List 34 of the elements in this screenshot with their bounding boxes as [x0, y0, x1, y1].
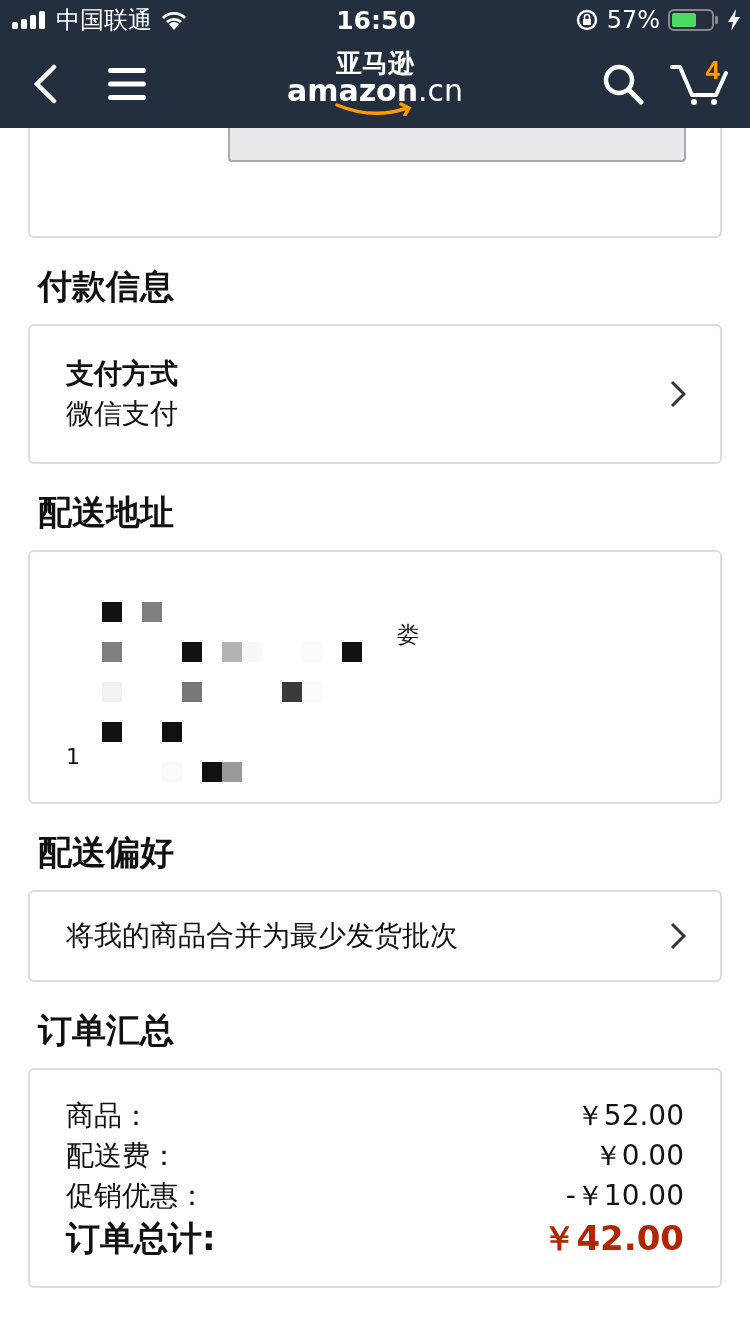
address-fragment: 娄: [397, 621, 419, 649]
summary-amount: ￥52.00: [575, 1098, 684, 1134]
total-label: 订单总计:: [66, 1217, 216, 1260]
summary-label: 促销优惠：: [66, 1178, 206, 1214]
summary-label: 商品：: [66, 1098, 150, 1134]
wifi-icon: [160, 10, 188, 30]
logo-text: amazon.cn: [286, 76, 464, 106]
battery-percent: 57%: [606, 6, 660, 34]
back-button[interactable]: [32, 64, 58, 104]
shipping-preference-row[interactable]: 将我的商品合并为最少发货批次: [28, 890, 722, 982]
battery-icon: [668, 8, 720, 32]
menu-button[interactable]: [108, 68, 146, 100]
payment-value: 微信支付: [66, 396, 178, 432]
address-fragment: 1: [66, 744, 80, 769]
summary-amount: -￥10.00: [565, 1178, 684, 1214]
carrier-name: 中国联通: [56, 5, 152, 36]
chevron-right-icon: [670, 922, 686, 950]
preference-value: 将我的商品合并为最少发货批次: [66, 918, 458, 954]
rotation-lock-icon: [574, 8, 599, 32]
search-button[interactable]: [602, 63, 644, 105]
section-title: 配送地址: [38, 491, 175, 534]
cart-button[interactable]: 4: [670, 63, 728, 105]
section-title: 配送偏好: [38, 831, 175, 874]
status-time: 16:50: [336, 5, 416, 35]
summary-amount: ￥0.00: [593, 1138, 684, 1174]
summary-label: 配送费：: [66, 1138, 178, 1174]
total-amount: ￥42.00: [542, 1217, 684, 1260]
chevron-right-icon: [670, 380, 686, 408]
payment-method-row[interactable]: 支付方式 微信支付: [28, 324, 722, 464]
section-title: 订单汇总: [38, 1009, 175, 1052]
logo-text-cn: 亚马逊: [336, 50, 414, 76]
section-title: 付款信息: [38, 265, 175, 308]
payment-label: 支付方式: [66, 356, 178, 392]
signal-icon: [12, 11, 48, 29]
